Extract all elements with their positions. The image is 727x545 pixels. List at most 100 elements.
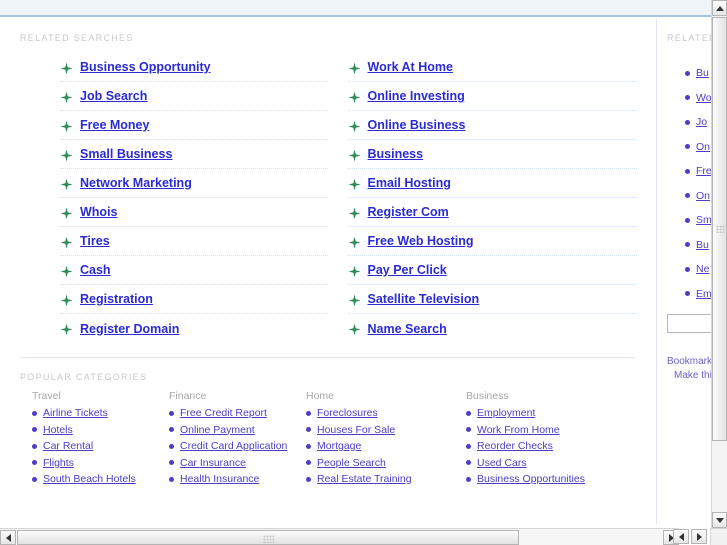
category-item[interactable]: Houses For Sale: [306, 424, 466, 436]
category-link[interactable]: Mortgage: [317, 440, 361, 452]
vertical-scrollbar-thumb[interactable]: [712, 17, 727, 441]
category-item[interactable]: Car Rental: [32, 440, 169, 452]
category-link[interactable]: Work From Home: [477, 424, 560, 436]
frame-scroll-left-arrow-button[interactable]: [673, 529, 689, 544]
sidebar-link-row[interactable]: On: [685, 135, 711, 160]
related-search-row[interactable]: Pay Per Click: [347, 256, 637, 285]
category-item[interactable]: Credit Card Application: [169, 440, 306, 452]
category-link[interactable]: Car Rental: [43, 440, 93, 452]
category-item[interactable]: Health Insurance: [169, 473, 306, 485]
frame-scroll-right-arrow-button[interactable]: [691, 529, 707, 544]
sidebar-link[interactable]: On: [696, 190, 710, 202]
category-item[interactable]: Business Opportunities: [466, 473, 626, 485]
category-link[interactable]: Real Estate Training: [317, 473, 412, 485]
category-link[interactable]: Used Cars: [477, 457, 527, 469]
sidebar-link[interactable]: Bu: [696, 239, 709, 251]
sidebar-link-row[interactable]: Ne: [685, 257, 711, 282]
related-search-link[interactable]: Tires: [80, 234, 110, 248]
horizontal-scrollbar-thumb[interactable]: [17, 530, 519, 545]
category-link[interactable]: Flights: [43, 457, 74, 469]
category-link[interactable]: Business Opportunities: [477, 473, 585, 485]
category-item[interactable]: Foreclosures: [306, 407, 466, 419]
sidebar-link[interactable]: On: [696, 141, 710, 153]
category-link[interactable]: Foreclosures: [317, 407, 378, 419]
related-search-link[interactable]: Business Opportunity: [80, 60, 211, 74]
related-search-link[interactable]: Online Investing: [368, 89, 465, 103]
category-link[interactable]: Houses For Sale: [317, 424, 395, 436]
sidebar-link-row[interactable]: Bu: [685, 233, 711, 258]
related-search-link[interactable]: Small Business: [80, 147, 172, 161]
sidebar-link-row[interactable]: Em: [685, 282, 711, 307]
category-item[interactable]: Car Insurance: [169, 457, 306, 469]
related-search-row[interactable]: Business: [347, 140, 637, 169]
sidebar-link[interactable]: Fre: [696, 165, 711, 177]
related-search-link[interactable]: Network Marketing: [80, 176, 192, 190]
category-link[interactable]: Hotels: [43, 424, 73, 436]
sidebar-link[interactable]: Jo: [696, 116, 707, 128]
related-search-link[interactable]: Register Domain: [80, 322, 179, 336]
vertical-scrollbar[interactable]: [711, 0, 727, 528]
category-link[interactable]: Reorder Checks: [477, 440, 553, 452]
sidebar-search-input[interactable]: [667, 314, 711, 333]
category-link[interactable]: People Search: [317, 457, 386, 469]
category-item[interactable]: Online Payment: [169, 424, 306, 436]
related-search-link[interactable]: Registration: [80, 292, 153, 306]
category-item[interactable]: Work From Home: [466, 424, 626, 436]
related-search-row[interactable]: Work At Home: [347, 53, 637, 82]
category-item[interactable]: South Beach Hotels: [32, 473, 169, 485]
category-link[interactable]: Credit Card Application: [180, 440, 287, 452]
scroll-left-arrow-button[interactable]: [0, 530, 16, 545]
sidebar-link[interactable]: Wo: [696, 92, 711, 104]
category-item[interactable]: Real Estate Training: [306, 473, 466, 485]
related-search-link[interactable]: Work At Home: [368, 60, 453, 74]
sidebar-link-row[interactable]: Wo: [685, 86, 711, 111]
related-search-row[interactable]: Job Search: [60, 82, 328, 111]
related-search-row[interactable]: Register Domain: [60, 314, 328, 343]
related-search-link[interactable]: Job Search: [80, 89, 147, 103]
related-search-row[interactable]: Register Com: [347, 198, 637, 227]
related-search-row[interactable]: Business Opportunity: [60, 53, 328, 82]
sidebar-link-row[interactable]: On: [685, 184, 711, 209]
related-search-link[interactable]: Whois: [80, 205, 118, 219]
related-search-link[interactable]: Satellite Television: [368, 292, 480, 306]
make-homepage-link[interactable]: Make thi: [667, 369, 711, 383]
sidebar-link[interactable]: Ne: [696, 263, 709, 275]
category-item[interactable]: Free Credit Report: [169, 407, 306, 419]
sidebar-link-row[interactable]: Jo: [685, 110, 711, 135]
related-search-row[interactable]: Name Search: [348, 314, 638, 343]
bookmark-link[interactable]: Bookmark: [667, 355, 711, 369]
sidebar-link[interactable]: Em: [696, 288, 711, 300]
category-item[interactable]: Used Cars: [466, 457, 626, 469]
scroll-down-arrow-button[interactable]: [712, 512, 727, 528]
related-search-link[interactable]: Name Search: [368, 322, 447, 336]
sidebar-link-row[interactable]: Sm: [685, 208, 711, 233]
category-link[interactable]: Health Insurance: [180, 473, 259, 485]
related-search-row[interactable]: Email Hosting: [347, 169, 637, 198]
related-search-row[interactable]: Whois: [60, 198, 328, 227]
category-link[interactable]: South Beach Hotels: [43, 473, 136, 485]
category-item[interactable]: Mortgage: [306, 440, 466, 452]
related-search-link[interactable]: Pay Per Click: [368, 263, 447, 277]
related-search-link[interactable]: Free Money: [80, 118, 149, 132]
related-search-link[interactable]: Cash: [80, 263, 111, 277]
category-link[interactable]: Car Insurance: [180, 457, 246, 469]
sidebar-link-row[interactable]: Fre: [685, 159, 711, 184]
category-item[interactable]: Hotels: [32, 424, 169, 436]
related-search-row[interactable]: Free Web Hosting: [347, 227, 637, 256]
related-search-link[interactable]: Online Business: [368, 118, 466, 132]
category-link[interactable]: Airline Tickets: [43, 407, 108, 419]
related-search-row[interactable]: Free Money: [60, 111, 328, 140]
sidebar-link[interactable]: Bu: [696, 67, 709, 79]
category-item[interactable]: Employment: [466, 407, 626, 419]
related-search-link[interactable]: Free Web Hosting: [368, 234, 474, 248]
related-search-row[interactable]: Network Marketing: [60, 169, 328, 198]
related-search-row[interactable]: Online Investing: [347, 82, 637, 111]
frame-horizontal-scrollbar[interactable]: [673, 528, 709, 545]
category-link[interactable]: Online Payment: [180, 424, 255, 436]
scroll-up-arrow-button[interactable]: [712, 0, 727, 16]
related-search-row[interactable]: Registration: [60, 285, 328, 314]
sidebar-link-row[interactable]: Bu: [685, 61, 711, 86]
related-search-link[interactable]: Business: [368, 147, 424, 161]
related-search-row[interactable]: Cash: [60, 256, 328, 285]
related-search-row[interactable]: Tires: [60, 227, 328, 256]
